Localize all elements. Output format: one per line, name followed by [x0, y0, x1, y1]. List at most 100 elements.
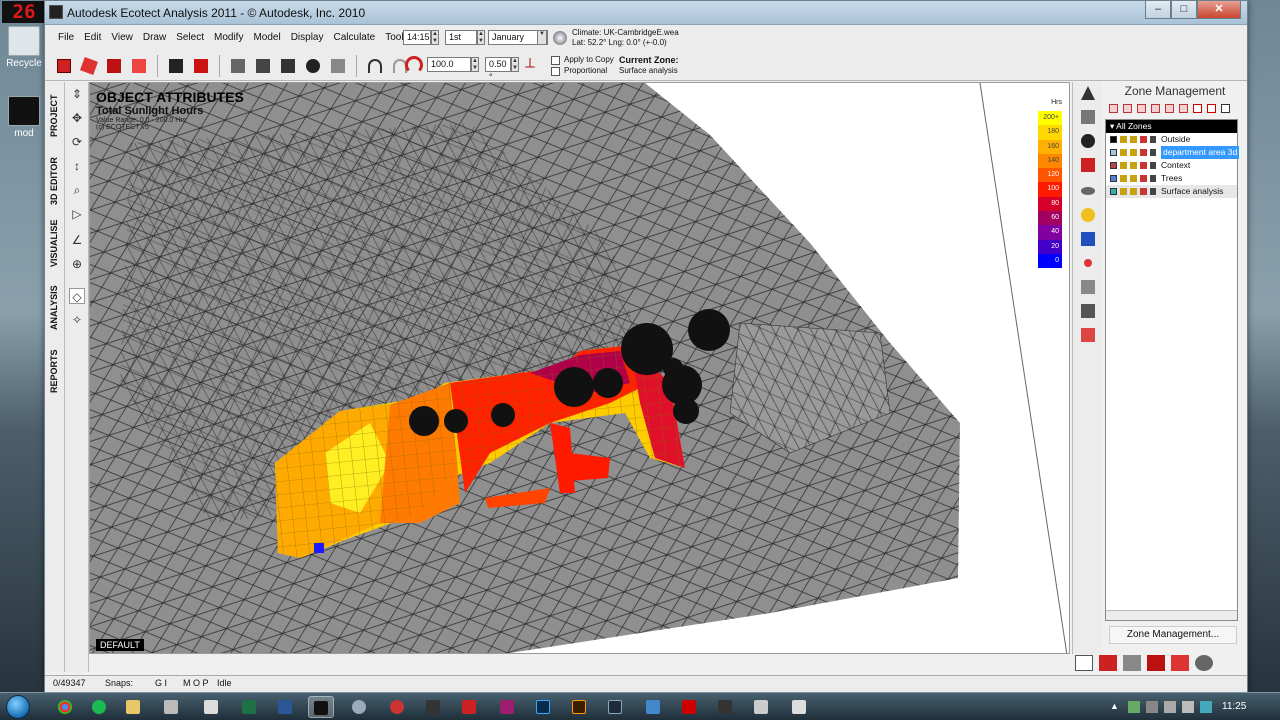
tray-expand-icon[interactable]: ▲	[1110, 701, 1122, 713]
menu-modify[interactable]: Modify	[209, 31, 248, 45]
zone-row-outside[interactable]: Outside	[1106, 133, 1237, 146]
zone-report-icon[interactable]	[1171, 655, 1189, 671]
save-model-button[interactable]	[103, 55, 125, 77]
taskbar-indesign[interactable]	[494, 696, 520, 718]
menu-display[interactable]: Display	[286, 31, 329, 45]
globe-icon[interactable]	[553, 31, 567, 45]
open-model-button[interactable]	[78, 55, 100, 77]
taskbar-photoshop[interactable]	[530, 696, 556, 718]
taskbar-explorer[interactable]	[120, 696, 146, 718]
taskbar-acrobat[interactable]	[676, 696, 702, 718]
clock[interactable]: 11:25	[1222, 701, 1246, 712]
scatter-button[interactable]	[327, 55, 349, 77]
copy-button[interactable]	[252, 55, 274, 77]
undo-button[interactable]	[364, 55, 386, 77]
mop-flags[interactable]: M O P	[183, 678, 209, 688]
desktop-icon-mod[interactable]: mod	[4, 96, 44, 139]
zone-visibility-icons[interactable]	[1120, 162, 1156, 169]
day-field[interactable]: 1st	[445, 30, 477, 45]
month-dropdown-icon[interactable]: ▼	[537, 30, 547, 45]
zone-list-header[interactable]: ▾ All Zones	[1106, 120, 1237, 133]
zone-list[interactable]: ▾ All Zones Outside department area 3d C…	[1105, 119, 1240, 621]
pan-vertical-icon[interactable]: ⇕	[69, 86, 85, 102]
move-icon[interactable]: ✥	[69, 110, 85, 126]
zone-management-button[interactable]: Zone Management...	[1109, 626, 1237, 644]
snaps-flags[interactable]: G I	[155, 678, 167, 688]
insert-zone-icon[interactable]	[1123, 104, 1132, 113]
menu-draw[interactable]: Draw	[138, 31, 171, 45]
tray-app-icon[interactable]	[1146, 701, 1158, 713]
desktop-icon-recycle-bin[interactable]: Recycle	[4, 26, 44, 69]
close-button[interactable]: ✕	[1197, 1, 1241, 19]
menu-model[interactable]: Model	[248, 31, 285, 45]
taskbar-app[interactable]	[420, 696, 446, 718]
shading-tool[interactable]	[1079, 132, 1097, 150]
zone-visibility-icons[interactable]	[1120, 136, 1156, 143]
walk-icon[interactable]: ▷	[69, 206, 85, 222]
menu-calculate[interactable]: Calculate	[329, 31, 381, 45]
unlink-zone-icon[interactable]	[1165, 104, 1174, 113]
taskbar-app[interactable]	[384, 696, 410, 718]
solar-tool[interactable]	[1079, 230, 1097, 248]
zone-visibility-icons[interactable]	[1120, 188, 1156, 195]
material-tool[interactable]	[1079, 108, 1097, 126]
taskbar-camera[interactable]	[198, 696, 224, 718]
taskbar-lightroom[interactable]	[602, 696, 628, 718]
3d-viewport[interactable]: OBJECT ATTRIBUTES Total Sunlight Hours V…	[89, 82, 1070, 654]
time-spinner[interactable]: ▲ ▼	[431, 30, 439, 45]
zoom-icon[interactable]: ⌕	[69, 182, 85, 198]
visibility-tool[interactable]	[1079, 182, 1097, 200]
menu-select[interactable]: Select	[171, 31, 209, 45]
menu-file[interactable]: File	[53, 31, 79, 45]
dolly-icon[interactable]: ↕	[69, 158, 85, 174]
cube-view-icon[interactable]: ◇	[69, 288, 85, 304]
taskbar-app[interactable]	[640, 696, 666, 718]
refresh-zones-icon[interactable]	[1221, 104, 1230, 113]
paste-button[interactable]	[277, 55, 299, 77]
zone-surface-icon[interactable]	[1147, 655, 1165, 671]
export-button[interactable]	[128, 55, 150, 77]
select-object-icon[interactable]	[1075, 655, 1093, 671]
zone-camera-icon[interactable]	[1195, 655, 1213, 671]
taskbar-chrome[interactable]	[52, 696, 78, 718]
taskbar-illustrator[interactable]	[566, 696, 592, 718]
export-surfaces-tool[interactable]	[1079, 302, 1097, 320]
apply-to-copy-checkbox[interactable]	[551, 56, 560, 65]
taskbar-app[interactable]	[748, 696, 774, 718]
surface-tool[interactable]	[1079, 156, 1097, 174]
taskbar-spotify[interactable]	[86, 696, 112, 718]
zone-visibility-icons[interactable]	[1120, 149, 1156, 156]
network-tool[interactable]	[1079, 254, 1097, 272]
zone-material-icon[interactable]	[1099, 655, 1117, 671]
sun-tool[interactable]	[1079, 206, 1097, 224]
zone-settings-icon[interactable]	[1179, 104, 1188, 113]
add-zone-icon[interactable]	[1109, 104, 1118, 113]
taskbar-app[interactable]	[712, 696, 738, 718]
angle-spinner[interactable]: ▲ ▼	[511, 57, 519, 72]
time-field[interactable]: 14:15	[403, 30, 431, 45]
zone-options-icon[interactable]	[1207, 104, 1216, 113]
volume-icon[interactable]	[1182, 701, 1194, 713]
zone-row-department-area[interactable]: department area 3d	[1106, 146, 1240, 159]
axis-icon[interactable]: ⟂	[525, 55, 543, 73]
orbit-icon[interactable]: ⟳	[69, 134, 85, 150]
copy-zone-icon[interactable]	[1137, 104, 1146, 113]
value-field[interactable]: 100.0	[427, 57, 471, 72]
zone-row-surface-analysis[interactable]: Surface analysis	[1106, 185, 1237, 198]
taskbar-app[interactable]	[786, 696, 812, 718]
menu-view[interactable]: View	[106, 31, 138, 45]
zone-shading-icon[interactable]	[1123, 655, 1141, 671]
minimize-button[interactable]: –	[1145, 1, 1171, 19]
print-button[interactable]	[165, 55, 187, 77]
target-icon[interactable]: ✧	[69, 312, 85, 328]
taskbar-word[interactable]	[272, 696, 298, 718]
report-tool[interactable]	[1079, 326, 1097, 344]
zone-row-context[interactable]: Context	[1106, 159, 1237, 172]
next-icon[interactable]	[1235, 104, 1244, 113]
taskbar-excel[interactable]	[236, 696, 262, 718]
taskbar-app[interactable]	[346, 696, 372, 718]
zone-row-trees[interactable]: Trees	[1106, 172, 1237, 185]
link-zone-icon[interactable]	[1151, 104, 1160, 113]
delete-zone-icon[interactable]	[1193, 104, 1202, 113]
value-spinner[interactable]: ▲ ▼	[471, 57, 479, 72]
